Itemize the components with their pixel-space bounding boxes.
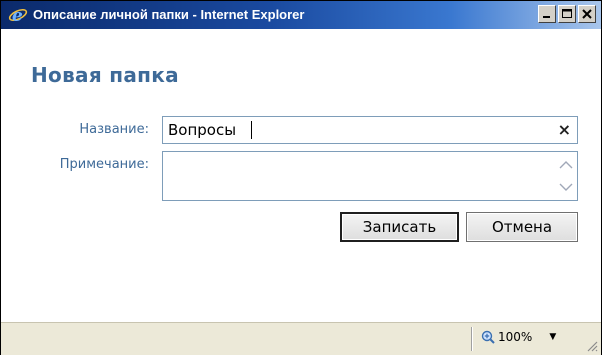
ie-dialog-window: e Описание личной папки - Internet Explo… (0, 0, 602, 355)
status-separator (471, 327, 472, 351)
name-value: Вопросы (168, 121, 237, 139)
svg-text:e: e (12, 6, 23, 25)
scroll-up-icon[interactable] (559, 160, 573, 170)
dialog-content: Новая папка Название: Вопросы × Примечан… (1, 29, 601, 322)
title-bar[interactable]: e Описание личной папки - Internet Explo… (1, 1, 601, 29)
note-field[interactable] (162, 151, 578, 201)
close-icon (582, 9, 592, 19)
text-caret (251, 121, 252, 139)
note-label: Примечание: (59, 157, 149, 172)
zoom-dropdown-icon[interactable]: ▼ (549, 332, 556, 342)
window-controls (538, 5, 596, 23)
close-button[interactable] (578, 5, 596, 23)
clear-field-icon[interactable]: × (558, 120, 571, 139)
ie-logo-icon: e (8, 5, 28, 26)
cancel-button[interactable]: Отмена (466, 212, 578, 242)
scroll-down-icon[interactable] (559, 182, 573, 192)
page-title: Новая папка (31, 63, 179, 87)
zoom-control[interactable]: 100% ▼ (481, 330, 556, 344)
maximize-button[interactable] (558, 5, 576, 23)
minimize-icon (543, 16, 550, 18)
status-bar: 100% ▼ (1, 322, 601, 355)
minimize-button[interactable] (538, 5, 556, 23)
name-label: Название: (79, 122, 149, 137)
zoom-magnifier-icon (481, 330, 495, 344)
maximize-icon (562, 9, 572, 18)
window-title: Описание личной папки - Internet Explore… (33, 7, 305, 22)
resize-grip-icon[interactable] (584, 338, 598, 352)
name-field[interactable]: Вопросы × (162, 116, 578, 144)
zoom-level: 100% (498, 330, 533, 344)
save-button[interactable]: Записать (340, 212, 459, 242)
